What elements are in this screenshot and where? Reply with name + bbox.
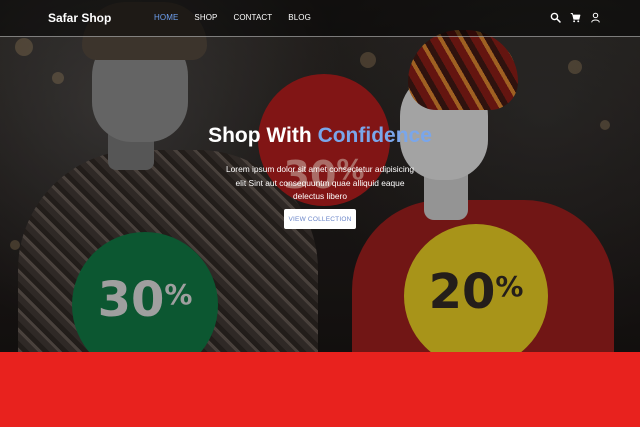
hero-banner: 30% 30% 20% Shop With Confidence Lorem i…	[0, 0, 640, 352]
view-collection-button[interactable]: VIEW COLLECTION	[284, 209, 356, 229]
brand-logo[interactable]: Safar Shop	[48, 11, 111, 25]
nav-link-contact[interactable]: CONTACT	[233, 13, 272, 22]
navbar: Safar Shop HOME SHOP CONTACT BLOG	[0, 0, 640, 37]
nav-link-blog[interactable]: BLOG	[288, 13, 311, 22]
user-icon[interactable]	[590, 12, 601, 23]
headline-accent: Confidence	[317, 124, 432, 147]
red-section-band	[0, 352, 640, 427]
search-icon[interactable]	[550, 12, 561, 23]
headline-text: Shop With	[208, 124, 312, 147]
cart-icon[interactable]	[570, 12, 581, 23]
hero-headline: Shop With Confidence	[0, 124, 640, 148]
nav-link-home[interactable]: HOME	[154, 13, 178, 22]
nav-icons	[550, 12, 601, 23]
nav-link-shop[interactable]: SHOP	[194, 13, 217, 22]
hero-subtext: Lorem ipsum dolor sit amet consectetur a…	[225, 164, 415, 201]
nav-links: HOME SHOP CONTACT BLOG	[154, 13, 327, 22]
